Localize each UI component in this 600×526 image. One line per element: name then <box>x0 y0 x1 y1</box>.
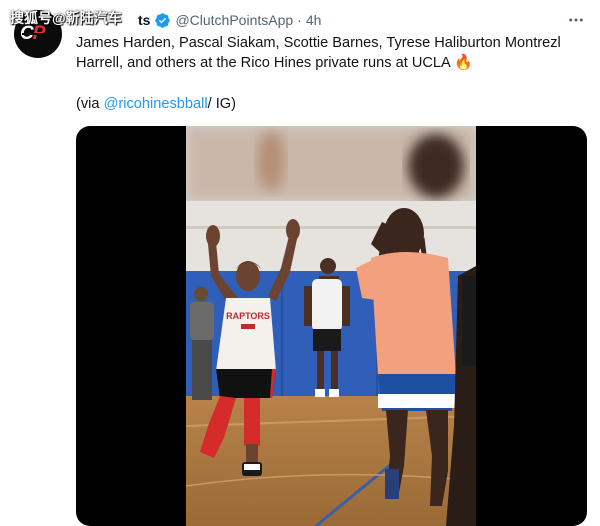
mention-link[interactable]: @ricohinesbball <box>104 96 208 112</box>
background-player-left <box>190 287 214 400</box>
video-scene: RAPTORS <box>186 126 476 526</box>
tweet-body: James Harden, Pascal Siakam, Scottie Bar… <box>76 35 561 71</box>
separator-dot: · <box>297 12 302 28</box>
account-handle[interactable]: @ClutchPointsApp <box>175 12 293 28</box>
tweet-via-line: (via @ricohinesbball/ IG) <box>76 94 236 114</box>
display-name[interactable]: ts <box>138 12 150 28</box>
jersey-text: RAPTORS <box>226 311 270 321</box>
tweet-text: James Harden, Pascal Siakam, Scottie Bar… <box>76 33 588 73</box>
via-suffix: / IG) <box>207 96 237 112</box>
fire-emoji: 🔥 <box>454 54 473 71</box>
tweet-timestamp[interactable]: 4h <box>306 12 322 28</box>
video-frame[interactable]: RAPTORS <box>186 126 476 526</box>
verified-badge-icon <box>155 12 171 28</box>
tweet-video[interactable]: RAPTORS <box>76 126 587 526</box>
via-prefix: (via <box>76 96 104 112</box>
watermark-text: 搜狐号@靳陆汽车 <box>10 10 122 26</box>
more-options-icon[interactable] <box>566 10 586 30</box>
